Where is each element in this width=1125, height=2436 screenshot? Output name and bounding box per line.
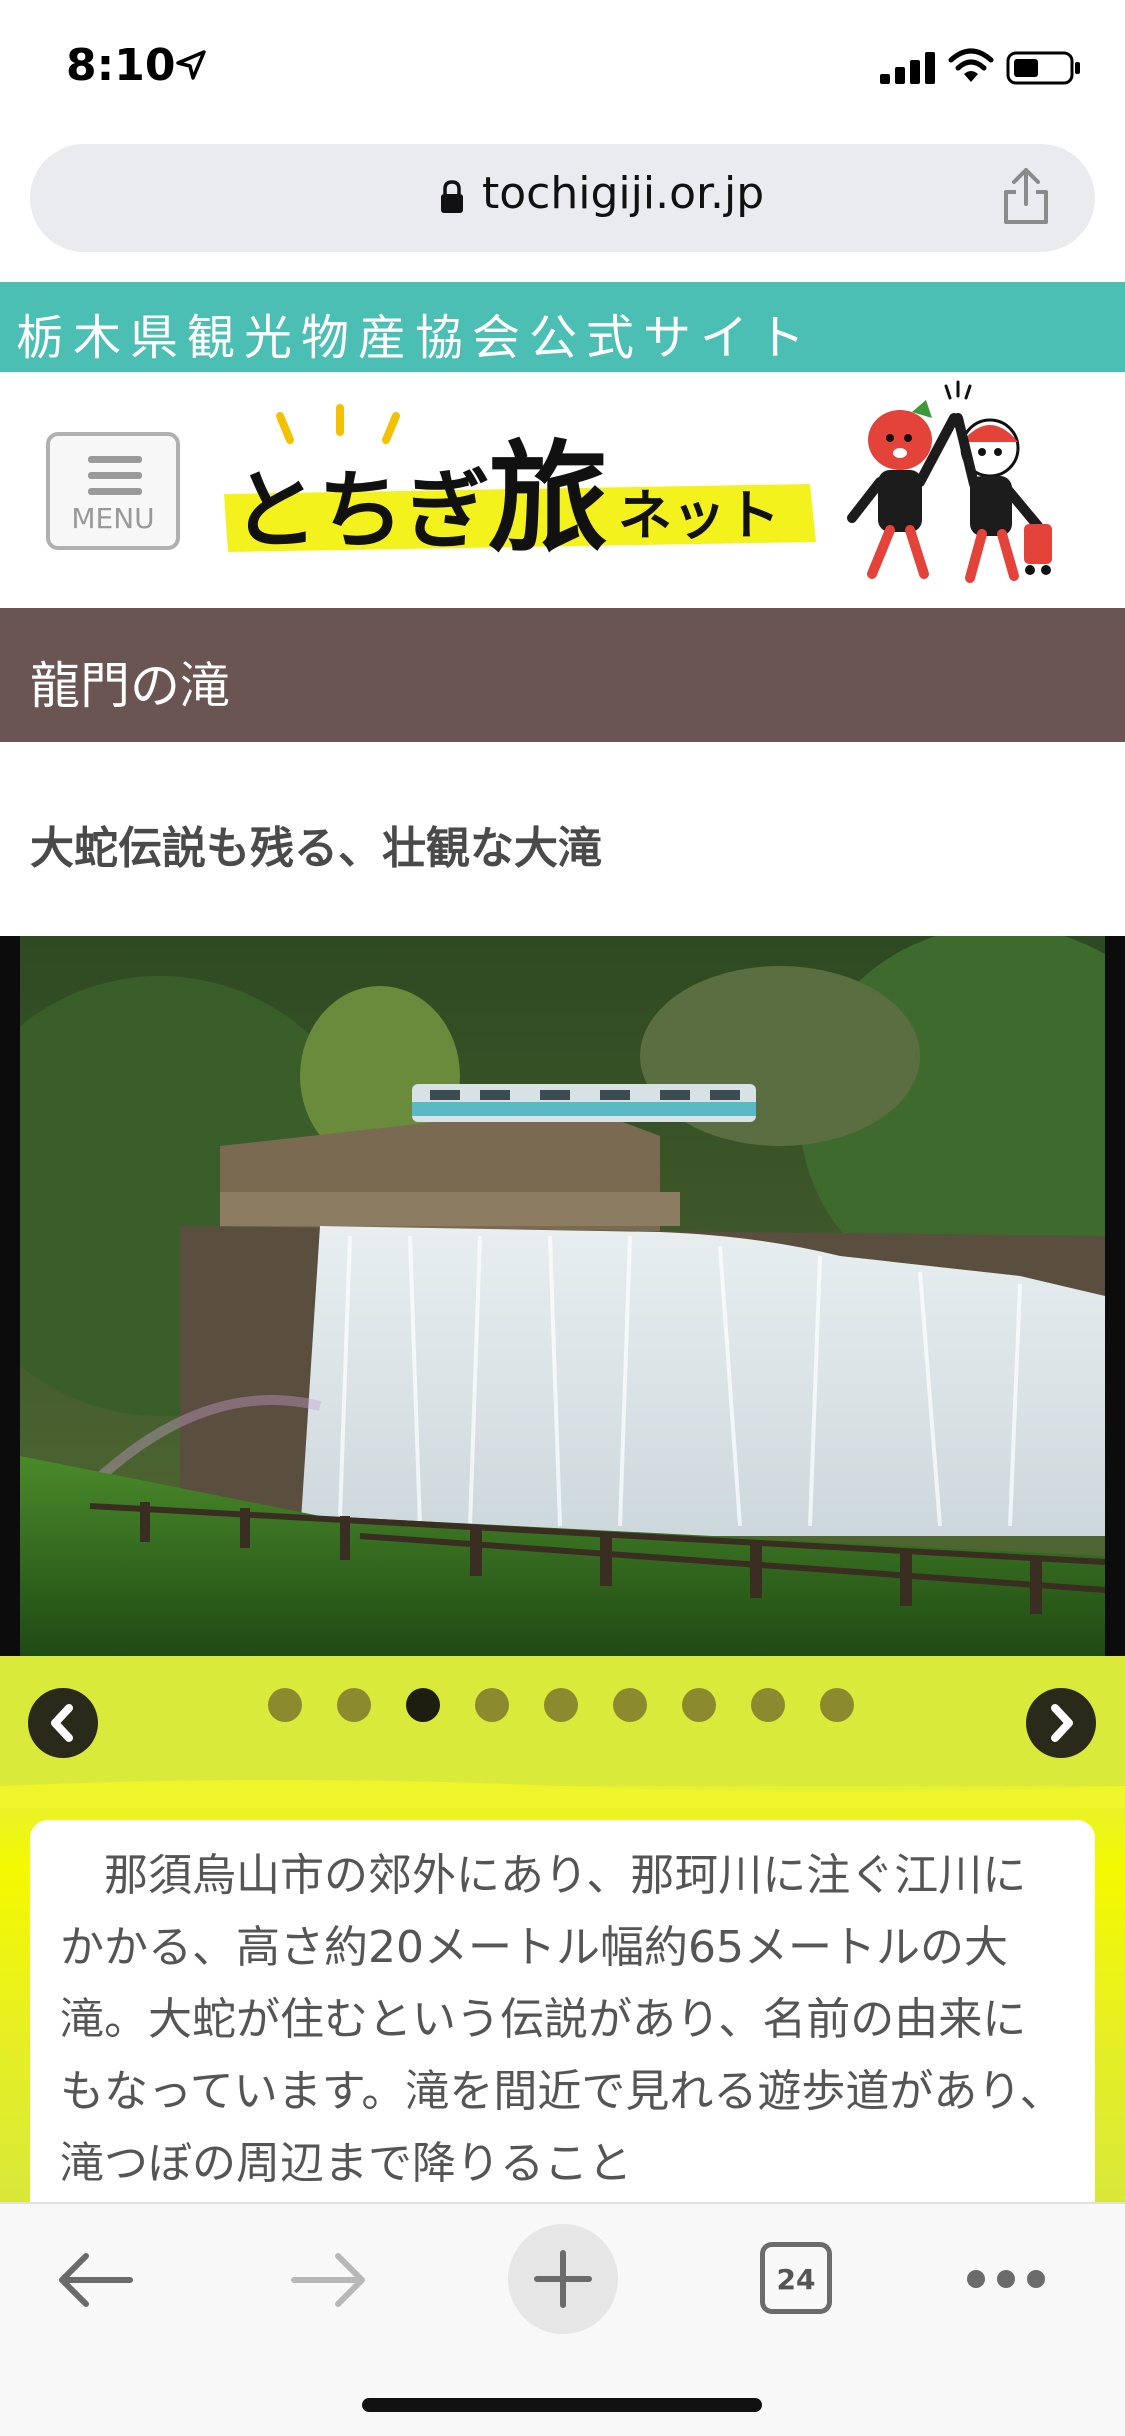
url-text: tochigiji.or.jp (482, 168, 765, 219)
waterfall-photo (20, 936, 1105, 1656)
carousel-controls (0, 1656, 1125, 1786)
tabs-icon: 24 (776, 2263, 816, 2296)
description-card: 那須烏山市の郊外にあり、那珂川に注ぐ江川にかかる、高さ約20メートル幅約65メー… (30, 1820, 1095, 2240)
forward-icon[interactable] (288, 2248, 368, 2312)
site-header: MENU とちぎ 旅 ネット (0, 372, 1125, 608)
status-time: 8:10 (66, 40, 176, 91)
status-bar: 8:10 (0, 0, 1125, 140)
more-icon[interactable] (964, 2266, 1048, 2292)
new-tab-button[interactable] (508, 2224, 618, 2334)
description-text: 那須烏山市の郊外にあり、那珂川に注ぐ江川にかかる、高さ約20メートル幅約65メー… (60, 1850, 1064, 2189)
page-subtitle: 大蛇伝説も残る、壮観な大滝 (30, 823, 602, 874)
site-banner: 栃木県観光物産協会公式サイト (0, 282, 1125, 372)
carousel-dot[interactable] (613, 1688, 647, 1722)
menu-icon (88, 456, 142, 495)
mascot-illustration (847, 380, 1052, 583)
carousel-dot[interactable] (751, 1688, 785, 1722)
wave-divider (0, 1780, 1125, 1808)
home-indicator (362, 2398, 762, 2412)
plus-icon (534, 2250, 592, 2308)
signal-icon (880, 52, 935, 84)
wifi-icon (948, 48, 994, 82)
share-icon[interactable] (1000, 166, 1052, 226)
carousel-dot[interactable] (475, 1688, 509, 1722)
site-logo[interactable]: とちぎ 旅 ネット (220, 402, 820, 582)
carousel-dot[interactable] (682, 1688, 716, 1722)
carousel-dot[interactable] (268, 1688, 302, 1722)
carousel-dot[interactable] (406, 1688, 440, 1722)
menu-button[interactable]: MENU (46, 432, 180, 550)
prev-arrow-icon (51, 1704, 73, 1742)
prev-slide-button[interactable] (28, 1688, 98, 1758)
svg-text:ネット: ネット (618, 484, 780, 547)
address-bar[interactable]: tochigiji.or.jp (30, 144, 1095, 252)
carousel-dot[interactable] (337, 1688, 371, 1722)
next-arrow-icon (1051, 1704, 1073, 1742)
svg-text:旅: 旅 (488, 430, 608, 569)
location-arrow-icon (176, 50, 206, 80)
back-icon[interactable] (56, 2248, 136, 2312)
carousel-dot[interactable] (820, 1688, 854, 1722)
next-slide-button[interactable] (1026, 1688, 1096, 1758)
site-banner-text: 栃木県観光物産協会公式サイト (16, 310, 815, 366)
battery-icon (1006, 51, 1080, 85)
lock-icon (441, 180, 463, 213)
page-title: 龍門の滝 (30, 657, 230, 715)
carousel-dot[interactable] (544, 1688, 578, 1722)
page-title-bar: 龍門の滝 (0, 608, 1125, 742)
menu-label: MENU (71, 502, 155, 535)
photo-carousel[interactable] (0, 936, 1125, 1656)
tabs-button[interactable]: 24 (760, 2242, 832, 2314)
svg-text:とちぎ: とちぎ (232, 461, 490, 561)
